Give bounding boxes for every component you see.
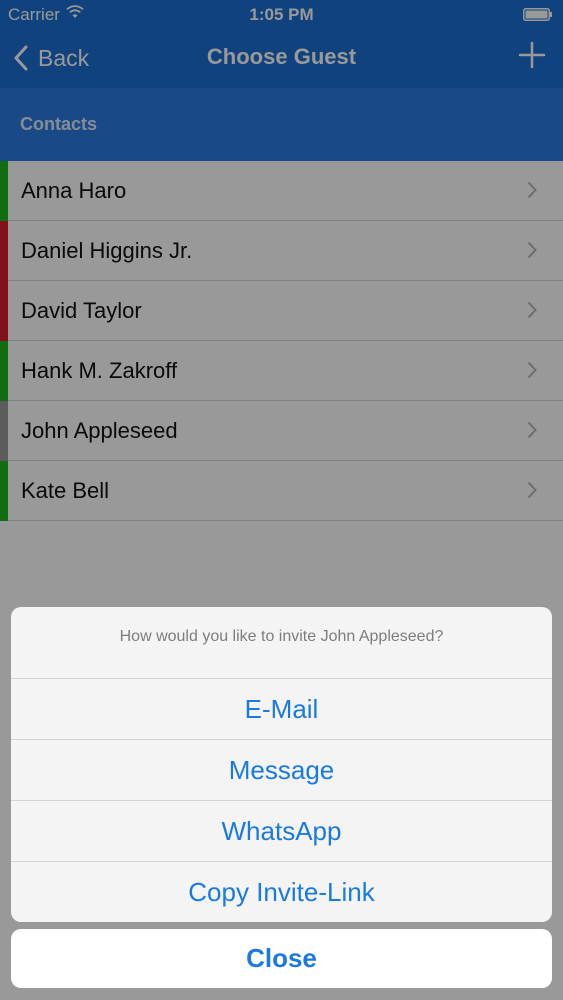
close-button[interactable]: Close: [11, 929, 552, 988]
copy-invite-link-button[interactable]: Copy Invite-Link: [11, 862, 552, 922]
action-sheet-message: How would you like to invite John Apples…: [11, 607, 552, 679]
invite-action-sheet: How would you like to invite John Apples…: [11, 607, 552, 922]
whatsapp-option-button[interactable]: WhatsApp: [11, 801, 552, 862]
message-option-button[interactable]: Message: [11, 740, 552, 801]
screen: Carrier 1:05 PM Back Choose Guest Contac…: [0, 0, 563, 1000]
action-sheet-message-text: How would you like to invite John Apples…: [119, 628, 444, 645]
email-option-button[interactable]: E-Mail: [11, 679, 552, 740]
